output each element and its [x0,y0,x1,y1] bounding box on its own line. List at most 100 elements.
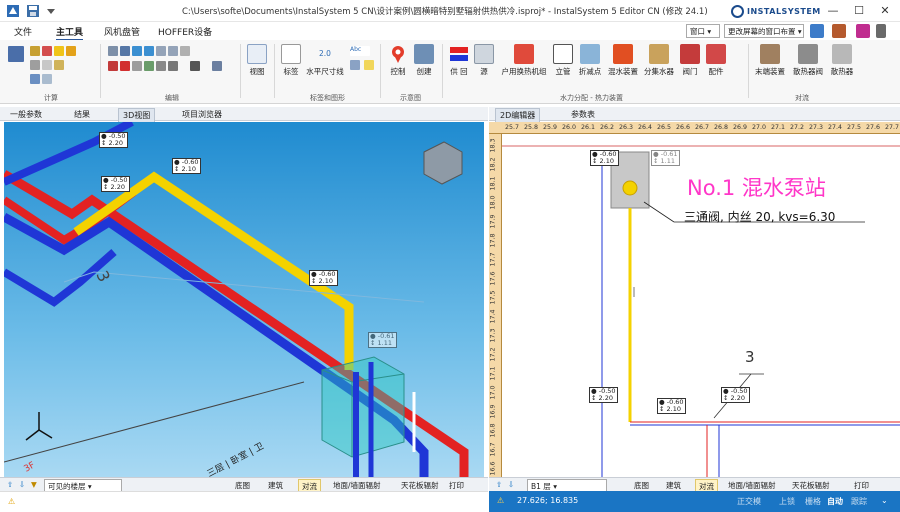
help-icon[interactable] [876,24,886,38]
tab-fan-coil[interactable]: 风机盘管 [104,25,140,38]
nav-up-icon[interactable]: ⇧ [493,479,505,490]
dimension-tag[interactable]: ● -0.60 ↕ 2.10 [590,150,619,166]
window-layout-dropdown[interactable]: 更改屏幕的窗口布置 ▾ [724,24,804,38]
track-toggle[interactable]: 跟踪 [851,496,867,507]
grid-toggle[interactable]: 栅格 [805,496,821,507]
delete-icon[interactable] [120,61,130,71]
rotate-icon[interactable] [144,61,154,71]
warning-icon[interactable]: ⚠ [8,497,15,506]
align-icon[interactable] [168,61,178,71]
fitting-button[interactable]: 配件 [704,42,728,77]
calc-option-icon[interactable] [54,60,64,70]
label-button[interactable]: 标签 [278,42,304,77]
tab-results[interactable]: 结果 [70,108,94,121]
select-icon[interactable] [156,46,166,56]
mirror-icon[interactable] [156,61,166,71]
copy-icon[interactable] [108,46,118,56]
tab-general-params[interactable]: 一般参数 [6,108,46,121]
valve-annotation[interactable]: 三通阀, 内丝 20, kvs=6.30 [684,208,835,225]
share-icon[interactable] [856,24,870,38]
filter-icon[interactable]: ▼ [28,479,40,490]
dimension-tag[interactable]: ● -0.61 ↕ 1.11 [651,150,680,166]
heat-exchanger-button[interactable]: 户用换热机组 [498,42,550,77]
move-icon[interactable] [132,61,142,71]
save-icon[interactable] [26,4,40,18]
redo-icon[interactable] [144,46,154,56]
calc-icon[interactable] [8,46,24,62]
text-abc-icon[interactable]: Abc [350,46,370,56]
tab-3d-view[interactable]: 3D视图 [118,108,156,122]
dimension-tag[interactable]: ● -0.50 ↕ 2.20 [589,387,618,403]
dimension-tag[interactable]: ● -0.60 ↕ 2.10 [657,398,686,414]
terminal-device-button[interactable]: 末端装置 [752,42,788,77]
arrange-icon[interactable] [180,46,190,56]
dimension-tag[interactable]: ● -0.60 ↕ 2.10 [172,158,201,174]
calc-option-icon[interactable] [42,74,52,84]
tab-main-tools[interactable]: 主工具 [56,25,84,41]
layers-icon[interactable] [212,61,222,71]
calc-option-icon[interactable] [30,46,40,56]
mixing-unit-button[interactable]: 混水装置 [606,42,640,77]
manifold-button[interactable]: 分集水器 [642,42,676,77]
window-dropdown[interactable]: 窗口 ▾ [686,24,720,38]
shape-icon[interactable] [350,60,360,70]
create-button[interactable]: 创建 [412,42,436,77]
paste-icon[interactable] [120,46,130,56]
monitor-icon[interactable] [810,24,824,38]
nav-up-icon[interactable]: ⇧ [4,479,16,490]
dimension-tag[interactable]: ● -0.61 ↕ 1.11 [368,332,397,348]
tab-2d-editor[interactable]: 2D编辑器 [495,108,541,122]
view-button[interactable]: 视图 [244,42,270,77]
source-button[interactable]: 源 [474,42,494,77]
station-title[interactable]: No.1 混水泵站 [687,172,826,202]
calc-option-icon[interactable] [66,46,76,56]
reduction-point-button[interactable]: 折减点 [576,42,604,77]
horizontal-dimension-button[interactable]: 2.0 水平尺寸线 [305,42,345,77]
pump-icon[interactable] [622,180,638,196]
2d-editor-canvas[interactable]: 25.7 25.8 25.9 26.0 26.1 26.2 26.3 26.4 26.5 26.6… [489,122,900,477]
calc-option-icon[interactable] [42,60,52,70]
nav-down-icon[interactable]: ⇩ [16,479,28,490]
tab-hoffer[interactable]: HOFFER设备 [158,25,212,38]
auto-toggle[interactable]: 自动 [827,496,843,507]
valve-button[interactable]: 阀门 [678,42,702,77]
tab-project-browser[interactable]: 项目浏览器 [178,108,226,121]
3d-viewport[interactable]: 3 三层 | 卧室 | 卫 3F ● -0.50 ↕ 2.20 ● -0.60 ↕ … [4,122,484,477]
calc-option-icon[interactable] [42,46,52,56]
calc-option-icon[interactable] [30,74,40,84]
note-icon[interactable] [364,60,374,70]
dimension-tag[interactable]: ● -0.50 ↕ 2.20 [101,176,130,192]
customize-quick-access-icon[interactable] [44,4,58,18]
nav-down-icon[interactable]: ⇩ [505,479,517,490]
create-icon [414,44,434,64]
radiator-valve-button[interactable]: 散热器阀 [790,42,826,77]
riser-number-2d[interactable]: 3 [745,348,755,366]
calc-option-icon[interactable] [30,60,40,70]
lock-toggle[interactable]: 上锁 [779,496,795,507]
navigation-cube[interactable] [423,141,463,185]
dimension-tag[interactable]: ● -0.60 ↕ 2.10 [309,270,338,286]
maximize-button[interactable]: ☐ [846,2,872,20]
warning-icon[interactable]: ⚠ [497,496,504,505]
dimension-tag[interactable]: ● -0.50 ↕ 2.20 [99,132,128,148]
expand-icon[interactable]: ⌄ [881,496,888,505]
dimension-tag[interactable]: ● -0.50 ↕ 2.20 [721,387,750,403]
group-separator [748,44,749,98]
radiator-button[interactable]: 散热器 [828,42,856,77]
coffee-icon[interactable] [832,24,846,38]
properties-icon[interactable] [190,61,200,71]
group-label-labels: 标签和图形 [310,94,345,102]
supply-return-button[interactable]: 供 回 [446,42,472,77]
riser-button[interactable]: 立管 [552,42,574,77]
calc-option-icon[interactable] [54,46,64,56]
group-icon[interactable] [168,46,178,56]
undo-icon[interactable] [132,46,142,56]
tab-file[interactable]: 文件 [14,25,32,38]
cut-icon[interactable] [108,61,118,71]
close-button[interactable]: ✕ [872,2,898,20]
control-button[interactable]: 控制 [386,42,410,77]
tab-parameter-table[interactable]: 参数表 [567,108,599,121]
minimize-button[interactable]: — [820,2,846,20]
ortho-toggle[interactable]: 正交模 [737,496,761,507]
view-button-label: 视图 [249,67,265,76]
